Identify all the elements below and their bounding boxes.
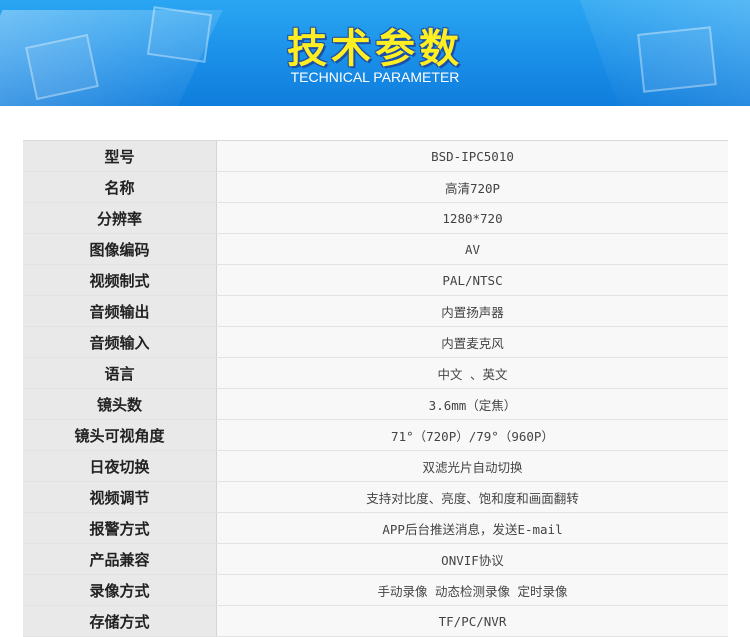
spec-row: 录像方式 手动录像 动态检测录像 定时录像 (23, 575, 728, 606)
spec-row: 镜头可视角度 71°（720P）/79°（960P） (23, 420, 728, 451)
page-title: 技术参数 (287, 26, 463, 72)
spec-value: PAL/NTSC (217, 265, 728, 295)
spec-key: 存储方式 (23, 606, 217, 636)
spec-key: 语言 (23, 358, 217, 388)
spec-value: APP后台推送消息，发送E-mail (217, 513, 728, 543)
spec-key: 录像方式 (23, 575, 217, 605)
spec-value: 内置麦克风 (217, 327, 728, 357)
spec-row: 视频制式 PAL/NTSC (23, 265, 728, 296)
spec-row: 日夜切换 双滤光片自动切换 (23, 451, 728, 482)
spec-value: 3.6mm（定焦） (217, 389, 728, 419)
header-banner: 技术参数 TECHNICAL PARAMETER (0, 0, 750, 106)
spec-key: 报警方式 (23, 513, 217, 543)
spec-key: 视频调节 (23, 482, 217, 512)
spec-key: 镜头可视角度 (23, 420, 217, 450)
spec-row: 产品兼容 ONVIF协议 (23, 544, 728, 575)
spec-key: 镜头数 (23, 389, 217, 419)
spec-row: 型号 BSD-IPC5010 (23, 141, 728, 172)
spec-value: AV (217, 234, 728, 264)
spec-value: BSD-IPC5010 (217, 141, 728, 171)
spec-value: 中文 、英文 (217, 358, 728, 388)
spec-value: 高清720P (217, 172, 728, 202)
spec-value: 双滤光片自动切换 (217, 451, 728, 481)
spec-key: 视频制式 (23, 265, 217, 295)
spec-value: TF/PC/NVR (217, 606, 728, 636)
spec-row: 存储方式 TF/PC/NVR (23, 606, 728, 637)
spec-row: 图像编码 AV (23, 234, 728, 265)
spec-value: ONVIF协议 (217, 544, 728, 574)
spec-row: 名称 高清720P (23, 172, 728, 203)
spec-value: 支持对比度、亮度、饱和度和画面翻转 (217, 482, 728, 512)
spec-row: 语言 中文 、英文 (23, 358, 728, 389)
spec-table: 型号 BSD-IPC5010 名称 高清720P 分辨率 1280*720 图像编码 A… (23, 140, 728, 637)
spec-value: 手动录像 动态检测录像 定时录像 (217, 575, 728, 605)
spec-row: 视频调节 支持对比度、亮度、饱和度和画面翻转 (23, 482, 728, 513)
page-subtitle: TECHNICAL PARAMETER (290, 69, 460, 85)
spec-row: 镜头数 3.6mm（定焦） (23, 389, 728, 420)
spec-key: 产品兼容 (23, 544, 217, 574)
spec-row: 分辨率 1280*720 (23, 203, 728, 234)
spec-key: 名称 (23, 172, 217, 202)
spec-key: 日夜切换 (23, 451, 217, 481)
spec-value: 内置扬声器 (217, 296, 728, 326)
spec-key: 图像编码 (23, 234, 217, 264)
spec-key: 音频输入 (23, 327, 217, 357)
spec-row: 音频输入 内置麦克风 (23, 327, 728, 358)
spec-row: 报警方式 APP后台推送消息，发送E-mail (23, 513, 728, 544)
spec-value: 71°（720P）/79°（960P） (217, 420, 728, 450)
spec-key: 型号 (23, 141, 217, 171)
spec-row: 音频输出 内置扬声器 (23, 296, 728, 327)
spec-value: 1280*720 (217, 203, 728, 233)
spec-key: 分辨率 (23, 203, 217, 233)
spec-key: 音频输出 (23, 296, 217, 326)
